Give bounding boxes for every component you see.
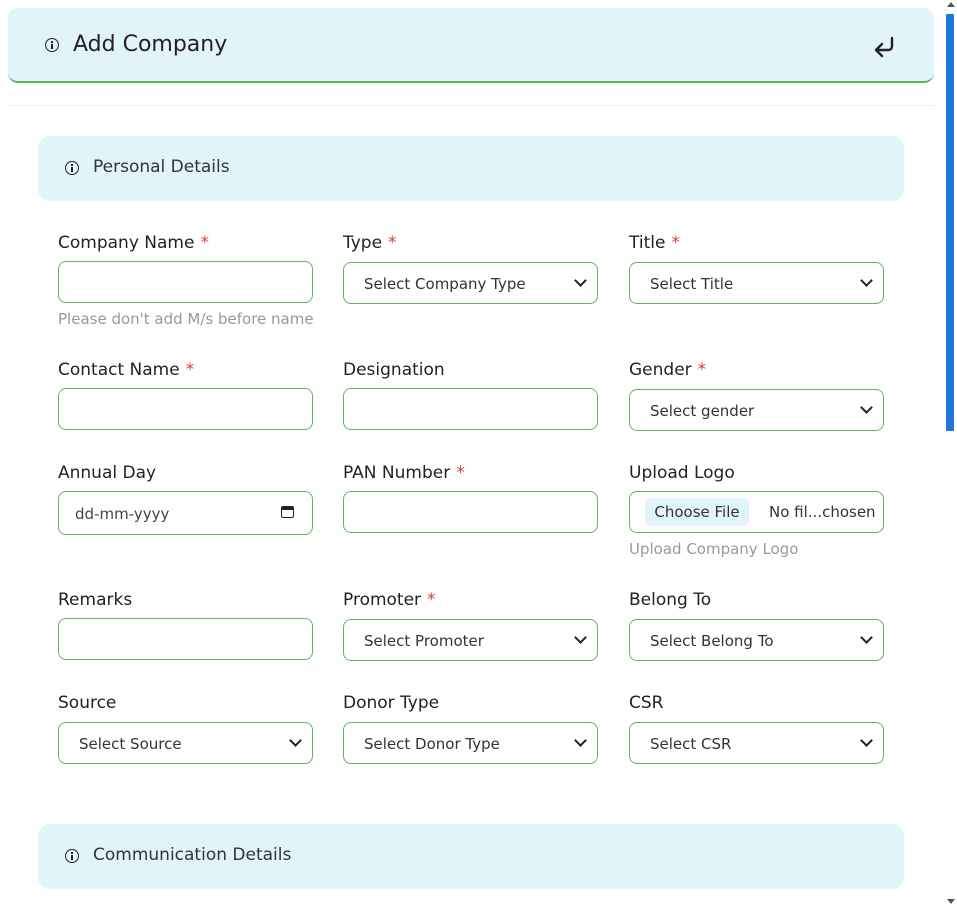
return-arrow-icon[interactable] — [872, 34, 898, 60]
title-select[interactable]: Select Title — [629, 262, 884, 304]
remarks-input[interactable] — [58, 618, 313, 660]
chevron-down-icon — [574, 631, 587, 644]
type-select[interactable]: Select Company Type — [343, 262, 598, 304]
contact-name-label: Contact Name * — [58, 360, 195, 380]
upload-logo-label: Upload Logo — [629, 463, 735, 483]
gender-select[interactable]: Select gender — [629, 389, 884, 431]
header-divider — [8, 105, 934, 106]
designation-label: Designation — [343, 360, 445, 380]
upload-logo-hint: Upload Company Logo — [629, 540, 799, 558]
calendar-icon[interactable] — [281, 506, 294, 518]
chevron-down-icon — [574, 274, 587, 287]
company-name-label: Company Name * — [58, 233, 209, 253]
vertical-scrollbar[interactable] — [944, 0, 957, 907]
source-label: Source — [58, 693, 117, 713]
scrollbar-thumb[interactable] — [946, 14, 954, 431]
gender-label: Gender * — [629, 360, 707, 380]
section-header-personal: Personal Details — [38, 136, 904, 201]
section-title: Personal Details — [93, 157, 230, 177]
type-label: Type * — [343, 233, 397, 253]
remarks-label: Remarks — [58, 590, 133, 610]
csr-label: CSR — [629, 693, 664, 713]
source-select[interactable]: Select Source — [58, 722, 313, 764]
belong-to-label: Belong To — [629, 590, 712, 610]
designation-input[interactable] — [343, 388, 598, 430]
chevron-down-icon — [289, 734, 302, 747]
upload-logo-file-input[interactable]: Choose File No fil...chosen — [629, 491, 884, 533]
chevron-down-icon — [860, 401, 873, 414]
scroll-down-arrow-icon[interactable] — [947, 899, 955, 904]
page-title: Add Company — [73, 32, 228, 57]
pan-number-input[interactable] — [343, 491, 598, 533]
chevron-down-icon — [860, 734, 873, 747]
choose-file-button[interactable]: Choose File — [645, 498, 749, 526]
scroll-up-arrow-icon[interactable] — [947, 2, 955, 7]
section-title: Communication Details — [93, 845, 292, 865]
company-name-input[interactable] — [58, 261, 313, 303]
pan-number-label: PAN Number * — [343, 463, 465, 483]
annual-day-date-input[interactable]: dd-mm-yyyy — [58, 491, 313, 535]
donor-type-select[interactable]: Select Donor Type — [343, 722, 598, 764]
info-icon — [45, 38, 59, 52]
promoter-label: Promoter * — [343, 590, 436, 610]
contact-name-input[interactable] — [58, 388, 313, 430]
chevron-down-icon — [860, 274, 873, 287]
annual-day-label: Annual Day — [58, 463, 157, 483]
section-header-communication: Communication Details — [38, 824, 904, 889]
belong-to-select[interactable]: Select Belong To — [629, 619, 884, 661]
chevron-down-icon — [574, 734, 587, 747]
donor-type-label: Donor Type — [343, 693, 440, 713]
page-header: Add Company — [8, 8, 934, 83]
company-name-hint: Please don't add M/s before name — [58, 310, 314, 328]
csr-select[interactable]: Select CSR — [629, 722, 884, 764]
title-label: Title * — [629, 233, 680, 253]
chevron-down-icon — [860, 631, 873, 644]
info-icon — [65, 161, 79, 175]
info-icon — [65, 849, 79, 863]
file-status: No fil...chosen — [769, 503, 876, 521]
promoter-select[interactable]: Select Promoter — [343, 619, 598, 661]
